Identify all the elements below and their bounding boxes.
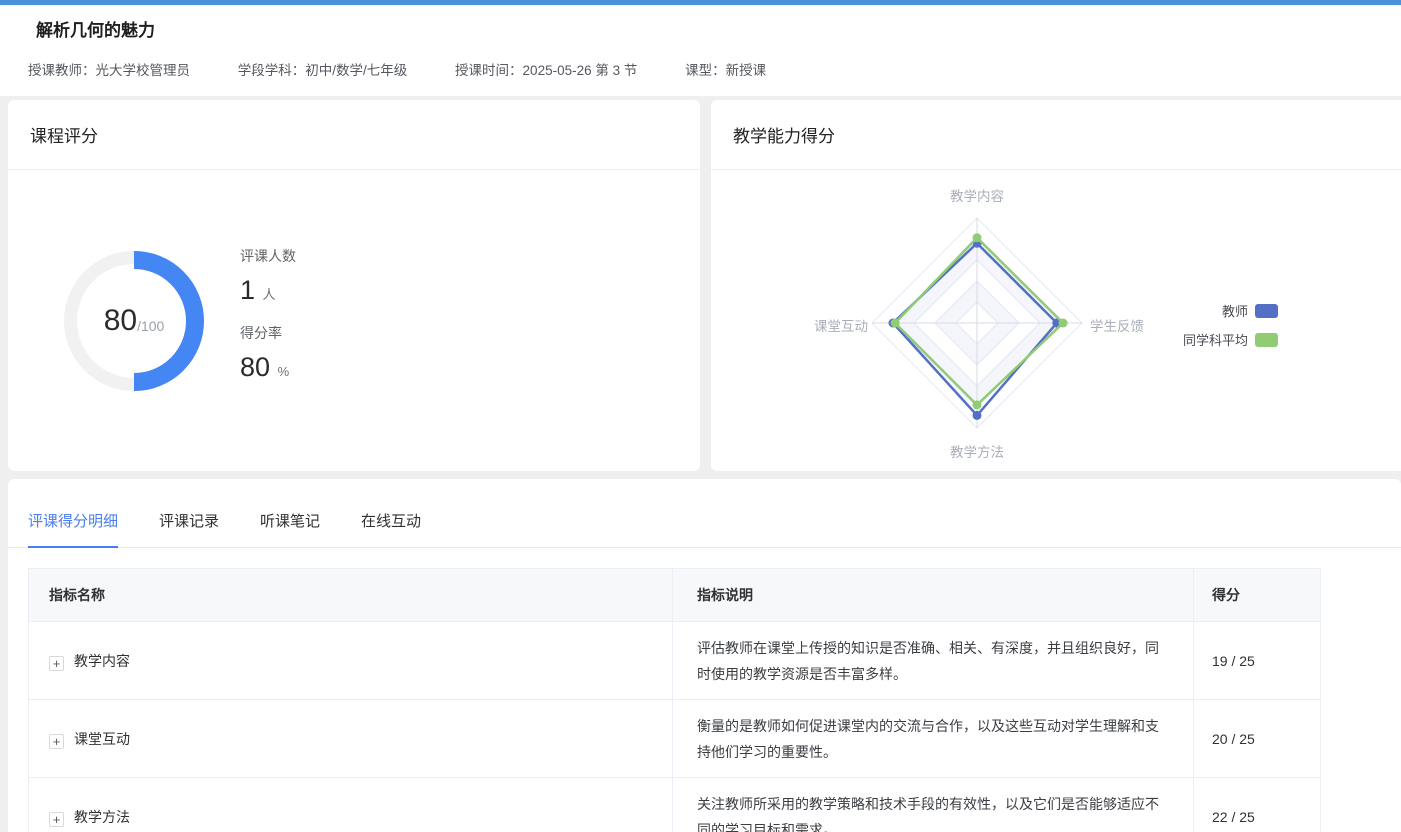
indicator-desc: 衡量的是教师如何促进课堂内的交流与合作，以及这些互动对学生理解和支持他们学习的重… [673,700,1194,778]
score-stats: 评课人数 1 人 得分率 80 % [240,246,296,400]
meta-grade-subject: 学段学科：初中/数学/七年级 [238,59,408,79]
meta-course-type: 课型：新授课 [685,59,766,79]
course-meta-row: 授课教师：光大学校管理员 学段学科：初中/数学/七年级 授课时间：2025-05… [28,59,810,79]
col-indicator-desc: 指标说明 [673,569,1194,622]
radar-axis-top: 教学内容 [711,185,1243,205]
col-score: 得分 [1194,569,1321,622]
tab-review-records[interactable]: 评课记录 [159,479,219,548]
stat-raters-value: 1 人 [240,275,296,306]
indicator-score: 20 / 25 [1194,700,1321,778]
teaching-ability-title: 教学能力得分 [733,122,835,147]
indicator-name: 课堂互动 [74,731,130,747]
radar-legend: 教师 同学科平均 [1131,301,1278,359]
score-max: /100 [137,318,164,334]
expand-row-icon[interactable]: + [49,734,64,749]
legend-swatch-subject-average [1255,333,1278,347]
indicator-name: 教学方法 [74,809,130,825]
tab-online-interaction[interactable]: 在线互动 [361,479,421,548]
table-header-row: 指标名称 指标说明 得分 [29,569,1321,622]
indicator-desc: 关注教师所采用的教学策略和技术手段的有效性，以及它们是否能够适应不同的学习目标和… [673,778,1194,832]
col-indicator-name: 指标名称 [29,569,673,622]
legend-item-subject-average[interactable]: 同学科平均 [1131,330,1278,349]
meta-teacher: 授课教师：光大学校管理员 [28,59,190,79]
indicator-name: 教学内容 [74,653,130,669]
stat-raters-label: 评课人数 [240,246,296,266]
details-card: 评课得分明细 评课记录 听课笔记 在线互动 指标名称 指标说明 得分 + 教学内容 [8,479,1401,832]
tab-score-details[interactable]: 评课得分明细 [28,479,118,548]
stat-rate-value: 80 % [240,352,296,383]
indicator-score: 19 / 25 [1194,622,1321,700]
meta-time: 授课时间：2025-05-26 第 3 节 [455,59,637,79]
table-row: + 教学内容 评估教师在课堂上传授的知识是否准确、相关、有深度，并且组织良好，同时… [29,622,1321,700]
expand-row-icon[interactable]: + [49,812,64,827]
expand-row-icon[interactable]: + [49,656,64,671]
teaching-ability-card-header: 教学能力得分 [711,100,1401,170]
legend-item-teacher[interactable]: 教师 [1131,301,1278,320]
tab-bar: 评课得分明细 评课记录 听课笔记 在线互动 [8,479,1401,548]
indicator-score: 22 / 25 [1194,778,1321,832]
teaching-ability-card: 教学能力得分 教学内容 学生反馈 教学方法 课堂互动 教师 同学科平均 [711,100,1401,471]
table-row: + 课堂互动 衡量的是教师如何促进课堂内的交流与合作，以及这些互动对学生理解和支持… [29,700,1321,778]
radar-axis-left: 课堂互动 [767,315,868,335]
page-header: 解析几何的魅力 授课教师：光大学校管理员 学段学科：初中/数学/七年级 授课时间… [0,5,1401,96]
table-row: + 教学方法 关注教师所采用的教学策略和技术手段的有效性，以及它们是否能够适应不同… [29,778,1321,832]
indicator-desc: 评估教师在课堂上传授的知识是否准确、相关、有深度，并且组织良好，同时使用的教学资… [673,622,1194,700]
stat-rate-label: 得分率 [240,323,296,343]
main-content: 课程评分 80 /100 评课人数 1 人 得分率 80 % 教学能力得分 [0,96,1401,832]
legend-swatch-teacher [1255,304,1278,318]
score-value: 80 [104,304,137,338]
course-score-card-header: 课程评分 [8,100,700,170]
score-donut-center: 80 /100 [59,246,209,396]
indicators-table-wrap: 指标名称 指标说明 得分 + 教学内容 评估教师在课堂上传授的知识是否准确、相关、… [28,568,1401,832]
page-title: 解析几何的魅力 [36,16,155,41]
tab-listening-notes[interactable]: 听课笔记 [260,479,320,548]
radar-axis-bottom: 教学方法 [711,441,1243,461]
indicators-table: 指标名称 指标说明 得分 + 教学内容 评估教师在课堂上传授的知识是否准确、相关、… [28,568,1321,832]
course-score-card: 课程评分 80 /100 评课人数 1 人 得分率 80 % [8,100,700,471]
course-score-title: 课程评分 [30,122,98,147]
